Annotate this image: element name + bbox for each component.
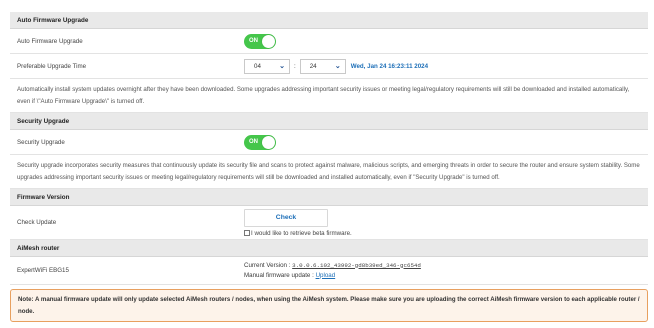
upgrade-time-row: Preferable Upgrade Time 04 ⌄ : 24 ⌄ Wed,… bbox=[10, 54, 648, 79]
toggle-state-text: ON bbox=[249, 37, 258, 44]
firmware-settings-panel: Auto Firmware Upgrade Auto Firmware Upgr… bbox=[10, 12, 648, 322]
chevron-down-icon: ⌄ bbox=[279, 63, 285, 70]
hour-select[interactable]: 04 ⌄ bbox=[244, 58, 290, 74]
current-version-label: Current Version : bbox=[244, 261, 291, 269]
security-upgrade-description: Security upgrade incorporates security m… bbox=[10, 155, 648, 189]
minute-value: 24 bbox=[309, 62, 317, 70]
beta-checkbox-label: I would like to retrieve beta firmware. bbox=[251, 229, 352, 237]
auto-firmware-label: Auto Firmware Upgrade bbox=[17, 37, 83, 45]
aimesh-device-row: ExpertWiFi EBG15 Current Version : 3.0.0… bbox=[10, 257, 648, 285]
aimesh-section-header: AiMesh router bbox=[10, 240, 648, 257]
check-update-controls: Check I would like to retrieve beta firm… bbox=[244, 208, 352, 237]
upgrade-time-label: Preferable Upgrade Time bbox=[17, 62, 87, 70]
upload-link[interactable]: Upload bbox=[316, 272, 336, 279]
toggle-state-text: ON bbox=[249, 138, 258, 145]
security-upgrade-row: Security Upgrade ON bbox=[10, 130, 648, 155]
security-upgrade-label: Security Upgrade bbox=[17, 138, 65, 146]
aimesh-note: Note: A manual firmware update will only… bbox=[10, 289, 648, 322]
security-section-header: Security Upgrade bbox=[10, 113, 648, 130]
time-colon: : bbox=[294, 62, 296, 70]
check-update-label: Check Update bbox=[17, 219, 57, 226]
firmware-version-section-header: Firmware Version bbox=[10, 189, 648, 206]
chevron-down-icon: ⌄ bbox=[334, 63, 341, 70]
auto-firmware-section-header: Auto Firmware Upgrade bbox=[10, 12, 648, 29]
hour-value: 04 bbox=[254, 62, 261, 70]
current-datetime: Wed, Jan 24 16:23:11 2024 bbox=[350, 62, 429, 70]
security-upgrade-toggle[interactable]: ON bbox=[244, 134, 276, 150]
current-version-link[interactable]: 3.0.0.6.102_43992-gd8b39ed_346-gc654d bbox=[292, 262, 421, 269]
aimesh-version-info: Current Version : 3.0.0.6.102_43992-gd8b… bbox=[244, 261, 421, 281]
check-update-row: Check Update Check I would like to retri… bbox=[10, 206, 648, 240]
auto-firmware-toggle[interactable]: ON bbox=[244, 33, 276, 49]
toggle-knob bbox=[262, 135, 275, 149]
aimesh-device-name: ExpertWiFi EBG15 bbox=[17, 267, 69, 274]
beta-option: I would like to retrieve beta firmware. bbox=[244, 230, 352, 237]
manual-update-label: Manual firmware update : bbox=[244, 271, 314, 279]
auto-firmware-row: Auto Firmware Upgrade ON bbox=[10, 29, 648, 54]
check-button[interactable]: Check bbox=[244, 208, 328, 227]
beta-checkbox[interactable] bbox=[244, 230, 250, 236]
auto-firmware-description: Automatically install system updates ove… bbox=[10, 79, 648, 113]
minute-select[interactable]: 24 ⌄ bbox=[299, 58, 346, 74]
toggle-knob bbox=[262, 34, 275, 48]
